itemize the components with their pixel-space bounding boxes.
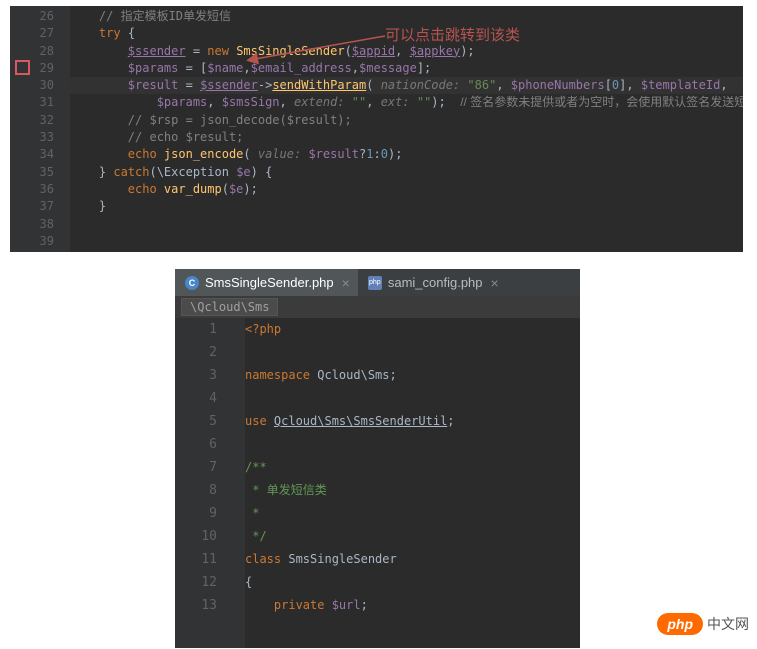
code-line[interactable]: // $rsp = json_decode($result); <box>70 112 743 129</box>
code-line[interactable]: */ <box>245 525 580 548</box>
line-number: 9 <box>175 502 217 525</box>
code-line[interactable] <box>245 433 580 456</box>
top-gutter: 2627282930313233343536373839 <box>10 6 70 252</box>
tab-label: SmsSingleSender.php <box>205 275 334 290</box>
code-line[interactable]: $ssender = new SmsSingleSender($appid, $… <box>70 43 743 60</box>
line-number: 8 <box>175 479 217 502</box>
line-number: 4 <box>175 387 217 410</box>
code-line[interactable]: { <box>245 571 580 594</box>
line-number: 6 <box>175 433 217 456</box>
code-line[interactable]: echo json_encode( value: $result?1:0); <box>70 146 743 163</box>
line-number: 39 <box>10 233 54 250</box>
watermark-badge: php <box>657 613 703 635</box>
line-number: 37 <box>10 198 54 215</box>
line-number: 12 <box>175 571 217 594</box>
code-line[interactable]: } catch(\Exception $e) { <box>70 164 743 181</box>
bottom-gutter: 12345678910111213 <box>175 318 245 648</box>
line-number: 33 <box>10 129 54 146</box>
close-icon[interactable]: × <box>489 275 501 291</box>
code-line[interactable]: * 单发短信类 <box>245 479 580 502</box>
tab-smssinglesender-php[interactable]: C SmsSingleSender.php × <box>175 269 358 296</box>
code-line[interactable]: private $url; <box>245 594 580 617</box>
line-number: 2 <box>175 341 217 364</box>
code-line[interactable]: $result = $ssender->sendWithParam( natio… <box>70 77 743 94</box>
breadcrumb[interactable]: \Qcloud\Sms <box>175 296 580 318</box>
annotation-text: 可以点击跳转到该类 <box>385 24 520 45</box>
line-number: 7 <box>175 456 217 479</box>
bottom-code-area[interactable]: <?php namespace Qcloud\Sms; use Qcloud\S… <box>245 318 580 617</box>
line-number: 26 <box>10 8 54 25</box>
php-icon: php <box>368 276 382 290</box>
line-number: 28 <box>10 43 54 60</box>
line-number: 13 <box>175 594 217 617</box>
gutter-lines-top: 2627282930313233343536373839 <box>10 8 54 250</box>
line-number: 31 <box>10 94 54 111</box>
tab-label: sami_config.php <box>388 275 483 290</box>
line-number: 32 <box>10 112 54 129</box>
code-line[interactable]: namespace Qcloud\Sms; <box>245 364 580 387</box>
line-number: 38 <box>10 216 54 233</box>
line-number: 34 <box>10 146 54 163</box>
line-number: 3 <box>175 364 217 387</box>
code-line[interactable]: <?php <box>245 318 580 341</box>
code-line[interactable]: // 指定模板ID单发短信 <box>70 8 743 25</box>
code-line[interactable]: class SmsSingleSender <box>245 548 580 571</box>
arrow-icon <box>240 31 390 71</box>
line-number: 27 <box>10 25 54 42</box>
bottom-editor-pane: C SmsSingleSender.php × php sami_config.php ×… <box>175 269 580 648</box>
code-line[interactable]: * <box>245 502 580 525</box>
code-line[interactable]: /** <box>245 456 580 479</box>
code-line[interactable] <box>245 341 580 364</box>
code-line[interactable] <box>70 216 743 233</box>
line-number: 11 <box>175 548 217 571</box>
tabs-row: C SmsSingleSender.php × php sami_config.php × <box>175 269 580 296</box>
breakpoint-marker[interactable] <box>15 60 30 75</box>
line-number: 30 <box>10 77 54 94</box>
code-line[interactable]: $params = [$name,$email_address,$message… <box>70 60 743 77</box>
class-icon: C <box>185 276 199 290</box>
tab-sami_config-php[interactable]: php sami_config.php × <box>358 269 507 296</box>
top-editor-pane: 2627282930313233343536373839 // 指定模板ID单发… <box>10 6 743 252</box>
gutter-lines-bottom: 12345678910111213 <box>175 318 217 617</box>
line-number: 36 <box>10 181 54 198</box>
code-line[interactable] <box>245 387 580 410</box>
code-line[interactable]: $params, $smsSign, extend: "", ext: "");… <box>70 94 743 111</box>
code-line[interactable]: use Qcloud\Sms\SmsSenderUtil; <box>245 410 580 433</box>
code-line[interactable]: } <box>70 198 743 215</box>
line-number: 35 <box>10 164 54 181</box>
watermark-text: 中文网 <box>707 614 749 634</box>
breadcrumb-item[interactable]: \Qcloud\Sms <box>181 298 278 316</box>
line-number: 5 <box>175 410 217 433</box>
code-line[interactable]: echo var_dump($e); <box>70 181 743 198</box>
line-number: 10 <box>175 525 217 548</box>
line-number: 1 <box>175 318 217 341</box>
close-icon[interactable]: × <box>340 275 352 291</box>
watermark: php 中文网 <box>657 613 749 635</box>
code-line[interactable]: // echo $result; <box>70 129 743 146</box>
